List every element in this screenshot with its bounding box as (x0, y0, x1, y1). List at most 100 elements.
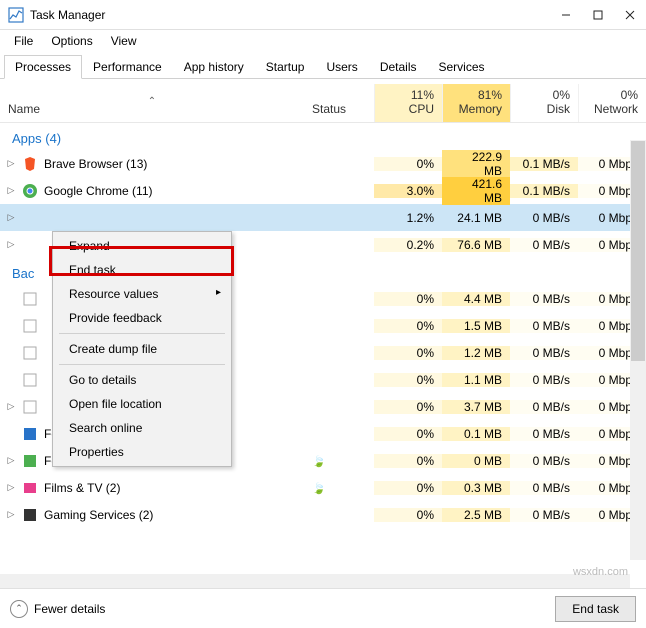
menu-separator (59, 333, 225, 334)
expand-icon[interactable]: ▷ (6, 509, 16, 520)
cpu-cell: 3.0% (374, 184, 442, 198)
tab-startup[interactable]: Startup (255, 55, 316, 79)
disk-cell: 0 MB/s (510, 454, 578, 468)
disk-cell: 0 MB/s (510, 346, 578, 360)
cpu-cell: 0% (374, 373, 442, 387)
app-icon (22, 426, 38, 442)
chevron-up-icon: ⌃ (10, 600, 28, 618)
menu-view[interactable]: View (103, 32, 145, 50)
cpu-cell: 0% (374, 427, 442, 441)
window-title: Task Manager (30, 8, 550, 22)
ctx-end-task[interactable]: End task (55, 258, 229, 282)
ctx-open-file-location[interactable]: Open file location (55, 392, 229, 416)
memory-cell: 0 MB (442, 454, 510, 468)
memory-cell: 3.7 MB (442, 400, 510, 414)
disk-cell: 0 MB/s (510, 481, 578, 495)
process-row[interactable]: ▷ Brave Browser (13) 0% 222.9 MB 0.1 MB/… (0, 150, 646, 177)
header-cpu[interactable]: 11%CPU (374, 84, 442, 122)
header-disk[interactable]: 0%Disk (510, 84, 578, 122)
ctx-provide-feedback[interactable]: Provide feedback (55, 306, 229, 330)
menu-file[interactable]: File (6, 32, 41, 50)
app-icon (22, 183, 38, 199)
tab-app-history[interactable]: App history (173, 55, 255, 79)
app-icon (22, 210, 38, 226)
disk-cell: 0 MB/s (510, 373, 578, 387)
expand-icon[interactable]: ▷ (6, 455, 16, 466)
expand-icon[interactable]: ▷ (6, 239, 16, 250)
app-icon (22, 453, 38, 469)
tab-performance[interactable]: Performance (82, 55, 173, 79)
app-icon (22, 318, 38, 334)
taskmgr-icon (8, 7, 24, 23)
ctx-resource-values[interactable]: Resource values (55, 282, 229, 306)
memory-cell: 4.4 MB (442, 292, 510, 306)
tab-services[interactable]: Services (428, 55, 496, 79)
cpu-cell: 0% (374, 481, 442, 495)
cpu-cell: 0% (374, 400, 442, 414)
ctx-go-to-details[interactable]: Go to details (55, 368, 229, 392)
column-headers: ⌃Name Status 11%CPU 81%Memory 0%Disk 0%N… (0, 79, 646, 123)
cpu-cell: 0% (374, 346, 442, 360)
cpu-cell: 0% (374, 157, 442, 171)
vertical-scrollbar[interactable] (630, 140, 646, 560)
app-icon (22, 345, 38, 361)
cpu-cell: 0% (374, 319, 442, 333)
end-task-button[interactable]: End task (555, 596, 636, 622)
memory-cell: 0.1 MB (442, 427, 510, 441)
disk-cell: 0.1 MB/s (510, 184, 578, 198)
cpu-cell: 0% (374, 292, 442, 306)
leaf-icon: 🍃 (312, 456, 326, 468)
expand-icon[interactable]: ▷ (6, 158, 16, 169)
process-row[interactable]: ▷ Google Chrome (11) 3.0% 421.6 MB 0.1 M… (0, 177, 646, 204)
app-icon (22, 291, 38, 307)
tab-details[interactable]: Details (369, 55, 428, 79)
disk-cell: 0 MB/s (510, 508, 578, 522)
memory-cell: 76.6 MB (442, 238, 510, 252)
fewer-details-button[interactable]: ⌃ Fewer details (10, 600, 555, 618)
app-icon (22, 480, 38, 496)
footer: ⌃ Fewer details End task (0, 588, 646, 628)
header-memory[interactable]: 81%Memory (442, 84, 510, 122)
ctx-search-online[interactable]: Search online (55, 416, 229, 440)
close-button[interactable] (614, 0, 646, 29)
ctx-expand[interactable]: Expand (55, 234, 229, 258)
title-bar: Task Manager (0, 0, 646, 30)
app-icon (22, 156, 38, 172)
process-name: Brave Browser (13) (44, 157, 147, 171)
header-name[interactable]: ⌃Name (0, 98, 304, 122)
process-row[interactable]: ▷ Gaming Services (2) 0% 2.5 MB 0 MB/s 0… (0, 501, 646, 528)
memory-cell: 222.9 MB (442, 150, 510, 178)
tab-strip: Processes Performance App history Startu… (0, 54, 646, 79)
memory-cell: 0.3 MB (442, 481, 510, 495)
cpu-cell: 0.2% (374, 238, 442, 252)
context-menu: ExpandEnd taskResource valuesProvide fee… (52, 231, 232, 467)
app-icon (22, 372, 38, 388)
maximize-button[interactable] (582, 0, 614, 29)
header-status[interactable]: Status (304, 98, 374, 122)
disk-cell: 0 MB/s (510, 319, 578, 333)
scroll-thumb[interactable] (631, 141, 645, 361)
expand-icon[interactable]: ▷ (6, 482, 16, 493)
tab-users[interactable]: Users (315, 55, 368, 79)
process-name: Google Chrome (11) (44, 184, 153, 198)
sort-indicator-icon: ⌃ (148, 96, 156, 107)
expand-icon[interactable]: ▷ (6, 185, 16, 196)
status-cell: 🍃 (304, 481, 374, 495)
memory-cell: 421.6 MB (442, 177, 510, 205)
expand-icon[interactable]: ▷ (6, 401, 16, 412)
process-row[interactable]: ▷ Films & TV (2) 🍃 0% 0.3 MB 0 MB/s 0 Mb… (0, 474, 646, 501)
app-icon (22, 507, 38, 523)
ctx-create-dump-file[interactable]: Create dump file (55, 337, 229, 361)
disk-cell: 0 MB/s (510, 427, 578, 441)
process-row[interactable]: ▷ 1.2% 24.1 MB 0 MB/s 0 Mbps (0, 204, 646, 231)
disk-cell: 0.1 MB/s (510, 157, 578, 171)
disk-cell: 0 MB/s (510, 211, 578, 225)
ctx-properties[interactable]: Properties (55, 440, 229, 464)
header-network[interactable]: 0%Network (578, 84, 646, 122)
expand-icon[interactable]: ▷ (6, 212, 16, 223)
menu-options[interactable]: Options (43, 32, 100, 50)
tab-processes[interactable]: Processes (4, 55, 82, 79)
minimize-button[interactable] (550, 0, 582, 29)
leaf-icon: 🍃 (312, 483, 326, 495)
horizontal-scrollbar[interactable] (0, 574, 630, 588)
